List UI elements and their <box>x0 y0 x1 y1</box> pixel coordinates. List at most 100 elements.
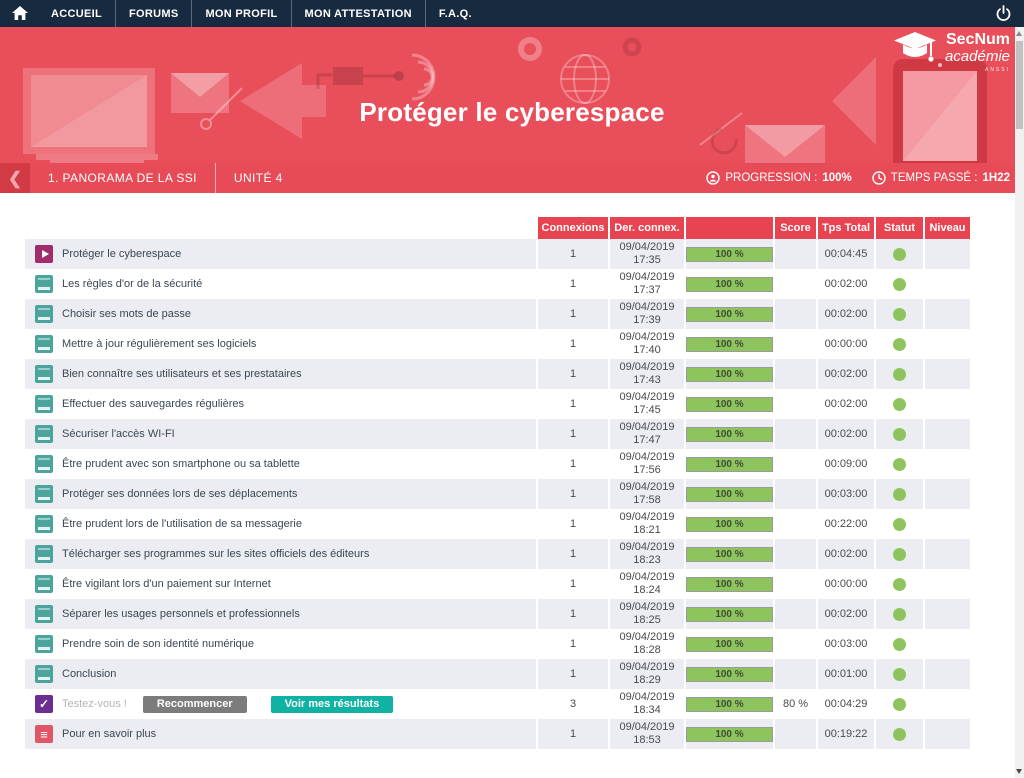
header-tps-total: Tps Total <box>818 217 876 239</box>
cell-connexions: 1 <box>538 359 610 389</box>
table-row[interactable]: Les règles d'or de la sécurité 1 09/04/2… <box>25 269 970 299</box>
status-dot <box>893 548 906 561</box>
book-icon <box>35 455 53 473</box>
nav-item-mon-attestation[interactable]: MON ATTESTATION <box>291 0 425 27</box>
nav-item-f-a-q[interactable]: F.A.Q. <box>425 0 485 27</box>
course-banner: Protéger le cyberespace SecNum académie … <box>0 27 1024 163</box>
row-actions: Recommencer Voir mes résultats <box>127 696 393 713</box>
table-row[interactable]: Choisir ses mots de passe 1 09/04/2019 1… <box>25 299 970 329</box>
cell-der-connex: 09/04/2019 18:21 <box>610 509 686 539</box>
lesson-title: Être prudent avec son smartphone ou sa t… <box>62 458 300 470</box>
scroll-up-arrow[interactable] <box>1016 31 1022 36</box>
cell-tps-total: 00:19:22 <box>818 719 876 749</box>
table-row[interactable]: Mettre à jour régulièrement ses logiciel… <box>25 329 970 359</box>
progress-bar: 100 % <box>686 547 773 562</box>
cell-der-connex: 09/04/2019 17:37 <box>610 269 686 299</box>
cell-score <box>775 359 818 389</box>
book-icon <box>35 515 53 533</box>
time-line: 18:23 <box>633 554 661 567</box>
cell-der-connex: 09/04/2019 18:34 <box>610 689 686 719</box>
lesson-title: Effectuer des sauvegardes régulières <box>62 398 244 410</box>
cell-score <box>775 569 818 599</box>
progress-bar: 100 % <box>686 397 773 412</box>
date-line: 09/04/2019 <box>619 241 674 254</box>
cell-der-connex: 09/04/2019 17:43 <box>610 359 686 389</box>
cell-tps-total: 00:02:00 <box>818 359 876 389</box>
lesson-title: Bien connaître ses utilisateurs et ses p… <box>62 368 302 380</box>
vertical-scrollbar[interactable] <box>1015 27 1024 778</box>
table-header-row: Connexions Der. connex. Score Tps Total … <box>25 217 970 239</box>
nav-item-mon-profil[interactable]: MON PROFIL <box>191 0 290 27</box>
progress-bar: 100 % <box>686 457 773 472</box>
scrollbar-thumb[interactable] <box>1016 41 1023 129</box>
time-line: 17:35 <box>633 254 661 267</box>
lesson-cell: Protéger ses données lors de ses déplace… <box>25 479 538 509</box>
cell-statut <box>876 629 925 659</box>
scroll-down-arrow[interactable] <box>1016 769 1022 774</box>
table-row[interactable]: Sécuriser l'accès WI-FI 1 09/04/2019 17:… <box>25 419 970 449</box>
cell-niveau <box>925 599 970 629</box>
table-row[interactable]: Séparer les usages personnels et profess… <box>25 599 970 629</box>
date-line: 09/04/2019 <box>619 661 674 674</box>
cell-niveau <box>925 569 970 599</box>
cell-der-connex: 09/04/2019 17:39 <box>610 299 686 329</box>
nav-item-forums[interactable]: FORUMS <box>115 0 191 27</box>
header-score: Score <box>775 217 818 239</box>
table-row[interactable]: Prendre soin de son identité numérique 1… <box>25 629 970 659</box>
date-line: 09/04/2019 <box>619 541 674 554</box>
progress-label: 100 % <box>715 399 743 410</box>
nav-item-accueil[interactable]: ACCUEIL <box>38 0 115 27</box>
table-row[interactable]: Protéger ses données lors de ses déplace… <box>25 479 970 509</box>
table-row[interactable]: Pour en savoir plus 1 09/04/2019 18:53 1… <box>25 719 970 749</box>
restart-button[interactable]: Recommencer <box>143 696 247 713</box>
cell-progress: 100 % <box>686 659 775 689</box>
module-subheader: ❮ 1. PANORAMA DE LA SSI UNITÉ 4 PROGRESS… <box>0 163 1024 193</box>
power-icon <box>995 5 1012 22</box>
date-line: 09/04/2019 <box>619 691 674 704</box>
logo-line3: ANSSI <box>985 68 1010 73</box>
back-button[interactable]: ❮ <box>0 163 30 193</box>
time-line: 17:47 <box>633 434 661 447</box>
table-row[interactable]: Testez-vous ! Recommencer Voir mes résul… <box>25 689 970 719</box>
time-metric: TEMPS PASSÉ : 1H22 <box>872 171 1010 185</box>
cell-progress: 100 % <box>686 719 775 749</box>
quiz-icon <box>35 695 53 713</box>
lesson-cell: Sécuriser l'accès WI-FI <box>25 419 538 449</box>
cell-niveau <box>925 509 970 539</box>
cell-tps-total: 00:00:00 <box>818 569 876 599</box>
cell-progress: 100 % <box>686 359 775 389</box>
lesson-cell: Être prudent avec son smartphone ou sa t… <box>25 449 538 479</box>
status-dot <box>893 728 906 741</box>
table-row[interactable]: Bien connaître ses utilisateurs et ses p… <box>25 359 970 389</box>
time-line: 17:43 <box>633 374 661 387</box>
table-row[interactable]: Être prudent avec son smartphone ou sa t… <box>25 449 970 479</box>
table-row[interactable]: Conclusion 1 09/04/2019 18:29 100 % 00:0… <box>25 659 970 689</box>
status-dot <box>893 668 906 681</box>
clock-icon <box>872 171 886 185</box>
table-row[interactable]: Protéger le cyberespace 1 09/04/2019 17:… <box>25 239 970 269</box>
cell-statut <box>876 359 925 389</box>
book-icon <box>35 575 53 593</box>
time-label: TEMPS PASSÉ : <box>891 172 978 184</box>
table-row[interactable]: Être prudent lors de l'utilisation de sa… <box>25 509 970 539</box>
progress-label: 100 % <box>715 609 743 620</box>
table-row[interactable]: Télécharger ses programmes sur les sites… <box>25 539 970 569</box>
date-line: 09/04/2019 <box>619 631 674 644</box>
lesson-title: Les règles d'or de la sécurité <box>62 278 202 290</box>
cell-der-connex: 09/04/2019 17:47 <box>610 419 686 449</box>
cell-statut <box>876 389 925 419</box>
status-dot <box>893 578 906 591</box>
date-line: 09/04/2019 <box>619 361 674 374</box>
results-button[interactable]: Voir mes résultats <box>271 696 394 713</box>
cell-tps-total: 00:00:00 <box>818 329 876 359</box>
table-row[interactable]: Effectuer des sauvegardes régulières 1 0… <box>25 389 970 419</box>
time-line: 18:21 <box>633 524 661 537</box>
time-line: 17:40 <box>633 344 661 357</box>
cell-statut <box>876 599 925 629</box>
date-line: 09/04/2019 <box>619 421 674 434</box>
cell-connexions: 3 <box>538 689 610 719</box>
home-button[interactable] <box>0 0 38 27</box>
logout-button[interactable] <box>995 5 1012 22</box>
status-dot <box>893 698 906 711</box>
table-row[interactable]: Être vigilant lors d'un paiement sur Int… <box>25 569 970 599</box>
